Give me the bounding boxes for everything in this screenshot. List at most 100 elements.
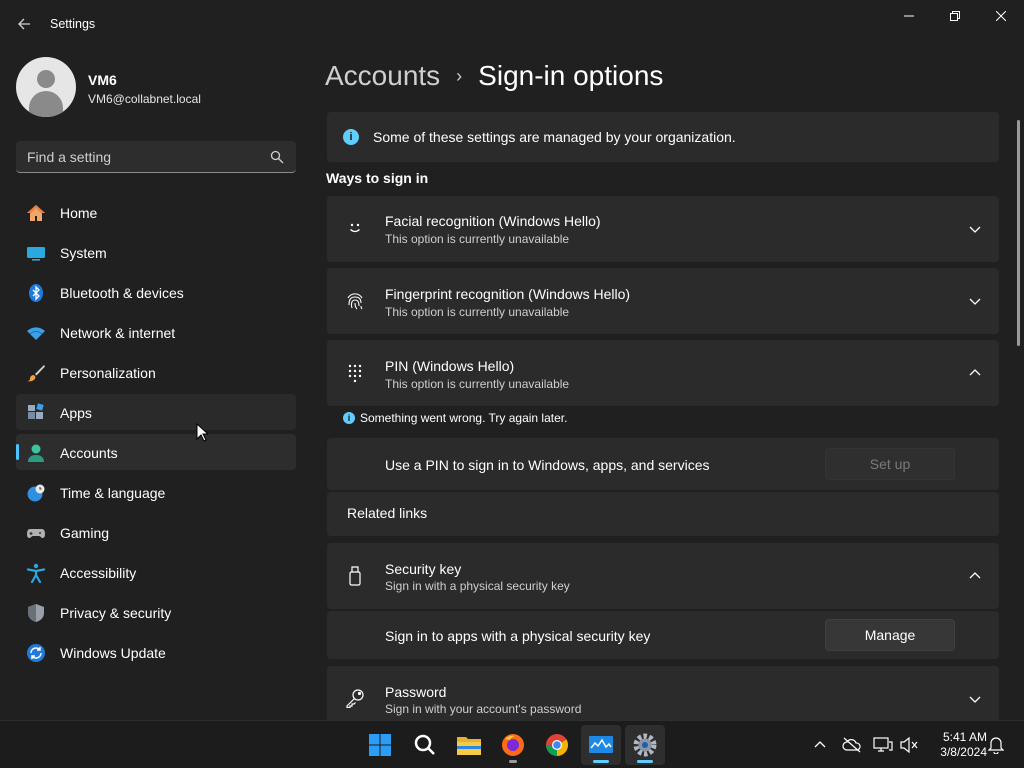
pin-setup-text: Use a PIN to sign in to Windows, apps, a… <box>385 457 710 473</box>
sidebar-item-gaming[interactable]: Gaming <box>16 514 296 550</box>
tray-volume[interactable] <box>899 735 919 755</box>
gamepad-icon <box>26 523 46 543</box>
sidebar-item-time-language[interactable]: Time & language <box>16 474 296 510</box>
sidebar-item-label: Time & language <box>60 485 166 501</box>
tray-onedrive[interactable] <box>842 735 862 755</box>
sidebar-item-apps[interactable]: Apps <box>16 394 296 430</box>
clock-globe-icon <box>26 483 46 503</box>
related-links-label: Related links <box>347 505 428 521</box>
sidebar-item-privacy-security[interactable]: Privacy & security <box>16 594 296 630</box>
sidebar-item-label: Privacy & security <box>60 605 172 621</box>
search-icon[interactable] <box>270 150 284 164</box>
taskbar-firefox[interactable] <box>493 725 533 765</box>
home-icon <box>26 203 46 223</box>
key-icon <box>345 688 365 708</box>
clock-date: 3/8/2024 <box>940 745 987 759</box>
user-email: VM6@collabnet.local <box>88 92 201 106</box>
search-input[interactable] <box>16 141 266 172</box>
tray-network[interactable] <box>873 735 893 755</box>
minimize-button[interactable] <box>886 0 932 32</box>
title-bar: Settings <box>0 0 1024 48</box>
pin-setup-row: Use a PIN to sign in to Windows, apps, a… <box>327 438 999 490</box>
taskbar: 5:41 AM 3/8/2024 <box>0 720 1024 768</box>
accounts-icon <box>26 443 46 463</box>
breadcrumb: Accounts › Sign-in options <box>325 58 663 94</box>
clock-time: 5:41 AM <box>942 730 987 744</box>
bell-icon <box>988 737 1004 754</box>
windows-start-icon <box>369 734 391 756</box>
manage-button[interactable]: Manage <box>825 619 955 651</box>
accessibility-icon <box>26 563 46 583</box>
card-subtitle: This option is currently unavailable <box>385 232 570 246</box>
cloud-offline-icon <box>842 737 861 753</box>
keypad-icon <box>345 363 365 383</box>
start-button[interactable] <box>360 725 400 765</box>
error-text: Something went wrong. Try again later. <box>360 411 568 425</box>
avatar[interactable] <box>16 57 76 117</box>
network-monitor-icon <box>589 736 613 753</box>
password-card[interactable]: Password Sign in with your account's pas… <box>327 666 999 720</box>
sidebar-item-label: Accounts <box>60 445 118 461</box>
settings-icon <box>633 733 657 757</box>
sidebar-item-accounts[interactable]: Accounts <box>16 434 296 470</box>
close-button[interactable] <box>978 0 1024 32</box>
back-button[interactable] <box>8 8 40 40</box>
pin-error-message: i Something went wrong. Try again later. <box>343 411 567 425</box>
section-heading: Ways to sign in <box>326 170 429 186</box>
user-name: VM6 <box>88 72 117 88</box>
restore-icon <box>950 11 960 21</box>
mouse-cursor-icon <box>196 423 208 442</box>
info-icon: i <box>343 129 359 145</box>
sidebar-item-bluetooth[interactable]: Bluetooth & devices <box>16 274 296 310</box>
smiley-face-icon <box>345 218 365 238</box>
taskbar-chrome[interactable] <box>537 725 577 765</box>
taskbar-settings[interactable] <box>625 725 665 765</box>
chevron-down-icon <box>969 696 981 703</box>
sidebar-item-label: Apps <box>60 405 92 421</box>
chevron-down-icon <box>969 298 981 305</box>
taskbar-clock[interactable]: 5:41 AM 3/8/2024 <box>925 730 987 760</box>
show-hidden-icons-button[interactable] <box>810 735 830 755</box>
sidebar-item-system[interactable]: System <box>16 234 296 270</box>
file-explorer-icon <box>457 737 481 755</box>
security-key-card[interactable]: Security key Sign in with a physical sec… <box>327 543 999 609</box>
sidebar-item-windows-update[interactable]: Windows Update <box>16 634 296 670</box>
card-subtitle: This option is currently unavailable <box>385 377 570 391</box>
breadcrumb-parent[interactable]: Accounts <box>325 60 440 92</box>
card-title: Security key <box>385 561 462 577</box>
notifications-button[interactable] <box>986 735 1006 755</box>
related-links-row: Related links <box>327 492 999 536</box>
sidebar-item-label: Home <box>60 205 98 221</box>
security-key-row-text: Sign in to apps with a physical security… <box>385 628 651 644</box>
card-subtitle: Sign in with your account's password <box>385 702 582 716</box>
restore-button[interactable] <box>932 0 978 32</box>
back-arrow-icon <box>18 18 30 30</box>
taskbar-file-explorer[interactable] <box>449 725 489 765</box>
avatar-head-shape <box>37 70 55 88</box>
search-box <box>16 141 296 173</box>
shield-icon <box>26 603 46 623</box>
info-icon: i <box>343 412 355 424</box>
running-indicator <box>593 760 609 763</box>
taskbar-search-button[interactable] <box>405 725 445 765</box>
running-indicator <box>509 760 517 763</box>
card-title: Facial recognition (Windows Hello) <box>385 213 601 229</box>
vertical-scrollbar[interactable] <box>1017 120 1020 346</box>
avatar-body-shape <box>29 91 63 117</box>
pin-card[interactable]: PIN (Windows Hello) This option is curre… <box>327 340 999 406</box>
running-indicator <box>637 760 653 763</box>
sidebar-item-label: Windows Update <box>60 645 166 661</box>
sidebar-item-accessibility[interactable]: Accessibility <box>16 554 296 590</box>
chrome-icon <box>546 734 568 756</box>
fingerprint-card[interactable]: Fingerprint recognition (Windows Hello) … <box>327 268 999 334</box>
facial-recognition-card[interactable]: Facial recognition (Windows Hello) This … <box>327 196 999 262</box>
system-icon <box>26 243 46 263</box>
set-up-button[interactable]: Set up <box>825 448 955 480</box>
sidebar-nav: Home System Bluetooth & devices Network … <box>16 194 296 674</box>
sidebar-item-network[interactable]: Network & internet <box>16 314 296 350</box>
chevron-up-icon <box>814 741 826 748</box>
sidebar-item-personalization[interactable]: Personalization <box>16 354 296 390</box>
sidebar-item-label: Personalization <box>60 365 156 381</box>
sidebar-item-home[interactable]: Home <box>16 194 296 230</box>
taskbar-network-monitor[interactable] <box>581 725 621 765</box>
